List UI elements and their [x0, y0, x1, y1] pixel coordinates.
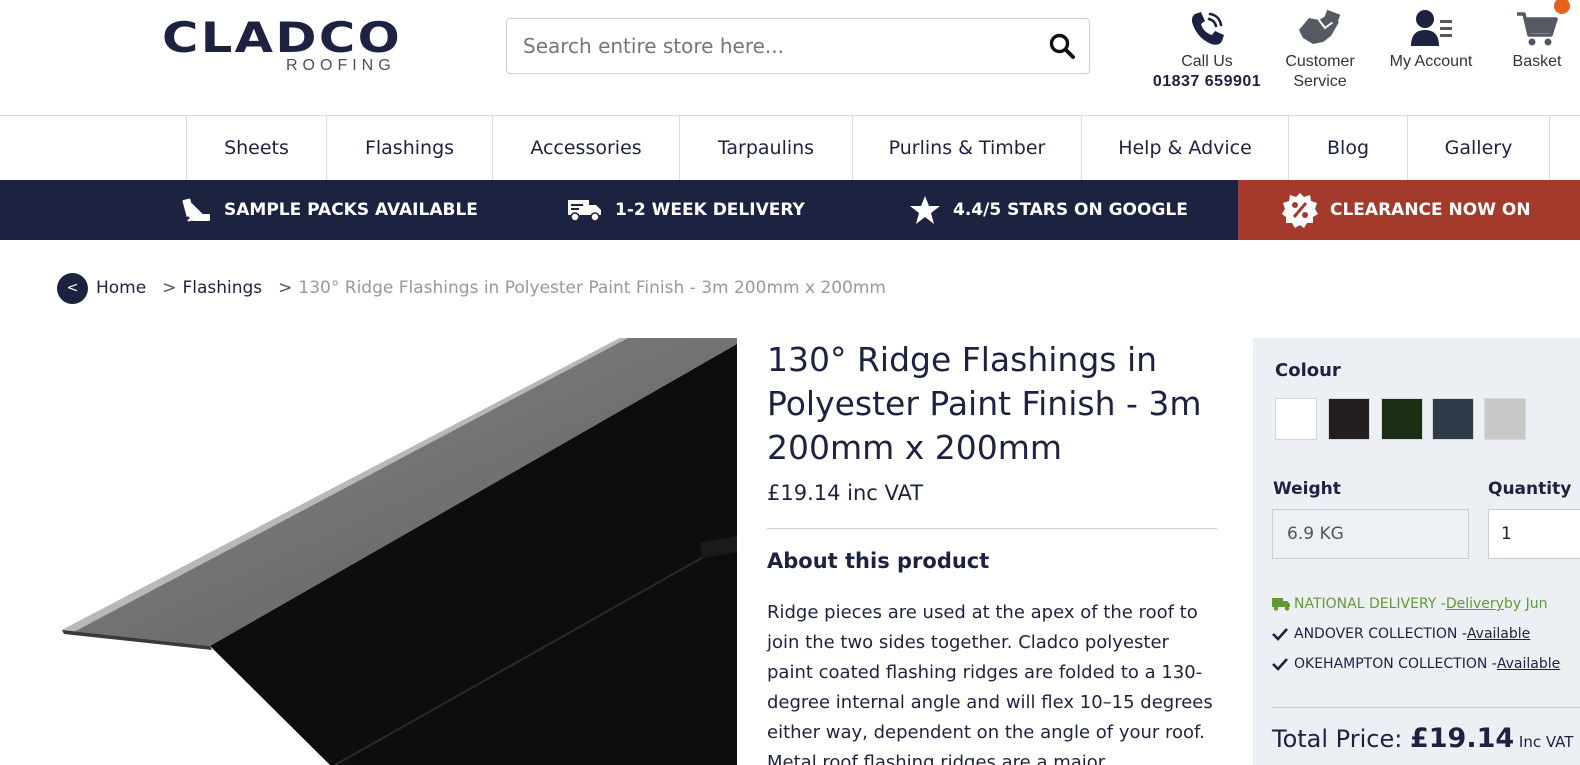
national-delivery-status: NATIONAL DELIVERY - Delivery by Jun	[1272, 596, 1547, 612]
colour-label: Colour	[1275, 360, 1341, 381]
my-account-link[interactable]: My Account	[1383, 4, 1479, 72]
site-header: CLADCO ROOFING Call Us 01837 659901	[0, 0, 1580, 116]
breadcrumb-separator: >	[162, 278, 177, 298]
andover-collection-label: ANDOVER COLLECTION -	[1294, 626, 1467, 642]
usp-sample-packs-label: SAMPLE PACKS AVAILABLE	[224, 200, 478, 220]
panel-divider	[1272, 707, 1580, 708]
nav-item-gallery[interactable]: Gallery	[1407, 116, 1550, 180]
nav-item-help-advice[interactable]: Help & Advice	[1081, 116, 1288, 180]
breadcrumb-current: 130° Ridge Flashings in Polyester Paint …	[298, 278, 886, 298]
my-account-label: My Account	[1389, 53, 1473, 70]
usp-clearance[interactable]: CLEARANCE NOW ON	[1238, 180, 1580, 240]
okehampton-availability-link[interactable]: Available	[1497, 656, 1560, 672]
colour-swatch-black[interactable]	[1328, 398, 1370, 440]
total-price-suffix: Inc VAT	[1514, 733, 1574, 751]
breadcrumb-flashings[interactable]: Flashings	[182, 278, 262, 298]
total-price: Total Price: £19.14 Inc VAT	[1272, 723, 1573, 754]
colour-swatch-slate[interactable]	[1432, 398, 1474, 440]
usp-delivery-label: 1-2 WEEK DELIVERY	[615, 200, 805, 220]
logo-wordmark: CLADCO	[162, 13, 403, 62]
search-icon	[1049, 33, 1075, 59]
customer-service-label-1: Customer	[1285, 53, 1355, 70]
truck-icon	[567, 197, 603, 223]
phone-number: 01837 659901	[1152, 73, 1262, 90]
total-price-value: £19.14	[1409, 723, 1515, 754]
search-bar	[506, 18, 1090, 74]
nav-item-accessories[interactable]: Accessories	[492, 116, 679, 180]
search-button[interactable]	[1045, 29, 1079, 63]
nav-item-purlins-timber[interactable]: Purlins & Timber	[852, 116, 1081, 180]
usp-google-rating-label: 4.4/5 STARS ON GOOGLE	[953, 200, 1188, 220]
truck-icon	[1272, 597, 1294, 611]
total-price-label: Total Price:	[1272, 725, 1410, 753]
basket-label: Basket	[1512, 53, 1562, 70]
colour-swatch-white[interactable]	[1275, 398, 1317, 440]
divider	[767, 528, 1217, 529]
back-button[interactable]: <	[57, 272, 88, 304]
account-icon	[1383, 4, 1479, 52]
quantity-input[interactable]	[1488, 509, 1580, 559]
discount-badge-icon	[1282, 192, 1318, 228]
cladco-logo[interactable]: CLADCO ROOFING	[162, 13, 408, 76]
usp-delivery[interactable]: 1-2 WEEK DELIVERY	[567, 180, 805, 240]
call-us-link[interactable]: Call Us 01837 659901	[1147, 4, 1267, 92]
andover-availability-link[interactable]: Available	[1467, 626, 1530, 642]
search-input[interactable]	[523, 29, 1033, 63]
swatch-fan-icon	[182, 195, 212, 225]
okehampton-collection-status: OKEHAMPTON COLLECTION - Available	[1272, 656, 1560, 672]
weight-value: 6.9 KG	[1272, 509, 1469, 559]
nav-item-sheets[interactable]: Sheets	[186, 116, 326, 180]
national-delivery-label: NATIONAL DELIVERY -	[1294, 596, 1446, 612]
product-image[interactable]	[0, 338, 737, 765]
basket-link[interactable]: Basket	[1504, 0, 1570, 72]
okehampton-collection-label: OKEHAMPTON COLLECTION -	[1294, 656, 1497, 672]
star-icon	[909, 195, 941, 225]
logo-subtitle: ROOFING	[286, 57, 396, 74]
about-text: Ridge pieces are used at the apex of the…	[767, 602, 1213, 765]
phone-icon	[1147, 4, 1267, 52]
colour-swatch-green[interactable]	[1381, 398, 1423, 440]
national-delivery-link[interactable]: Delivery	[1446, 596, 1504, 612]
check-icon	[1272, 627, 1294, 641]
usp-google-rating[interactable]: 4.4/5 STARS ON GOOGLE	[909, 180, 1188, 240]
weight-label: Weight	[1273, 479, 1341, 499]
main-navigation: Sheets Flashings Accessories Tarpaulins …	[0, 116, 1580, 180]
ridge-flashing-illustration	[62, 338, 737, 765]
product-title: 130° Ridge Flashings in Polyester Paint …	[767, 340, 1202, 467]
quantity-label: Quantity	[1488, 479, 1572, 499]
call-us-label: Call Us	[1181, 53, 1233, 70]
andover-collection-status: ANDOVER COLLECTION - Available	[1272, 626, 1530, 642]
breadcrumb-home[interactable]: Home	[96, 278, 146, 298]
nav-item-flashings[interactable]: Flashings	[326, 116, 492, 180]
breadcrumb-separator: >	[278, 278, 293, 298]
usp-bar: SAMPLE PACKS AVAILABLE 1-2 WEEK DELIVERY…	[0, 180, 1580, 240]
nav-item-tarpaulins[interactable]: Tarpaulins	[679, 116, 852, 180]
usp-clearance-label: CLEARANCE NOW ON	[1330, 200, 1531, 220]
colour-swatch-grey[interactable]	[1484, 398, 1526, 440]
product-price: £19.14 inc VAT	[767, 481, 924, 505]
usp-sample-packs[interactable]: SAMPLE PACKS AVAILABLE	[182, 180, 478, 240]
check-icon	[1272, 657, 1294, 671]
national-delivery-date: by Jun	[1503, 596, 1548, 612]
purchase-panel: Colour Weight Quantity 6.9 KG NATIONAL D…	[1253, 338, 1580, 765]
customer-service-label-2: Service	[1293, 73, 1347, 90]
customer-service-link[interactable]: Customer Service	[1277, 4, 1363, 92]
about-heading: About this product	[767, 549, 990, 573]
nav-item-blog[interactable]: Blog	[1288, 116, 1407, 180]
breadcrumb: < Home > Flashings > 130° Ridge Flashing…	[57, 272, 886, 304]
handshake-icon	[1277, 4, 1363, 52]
